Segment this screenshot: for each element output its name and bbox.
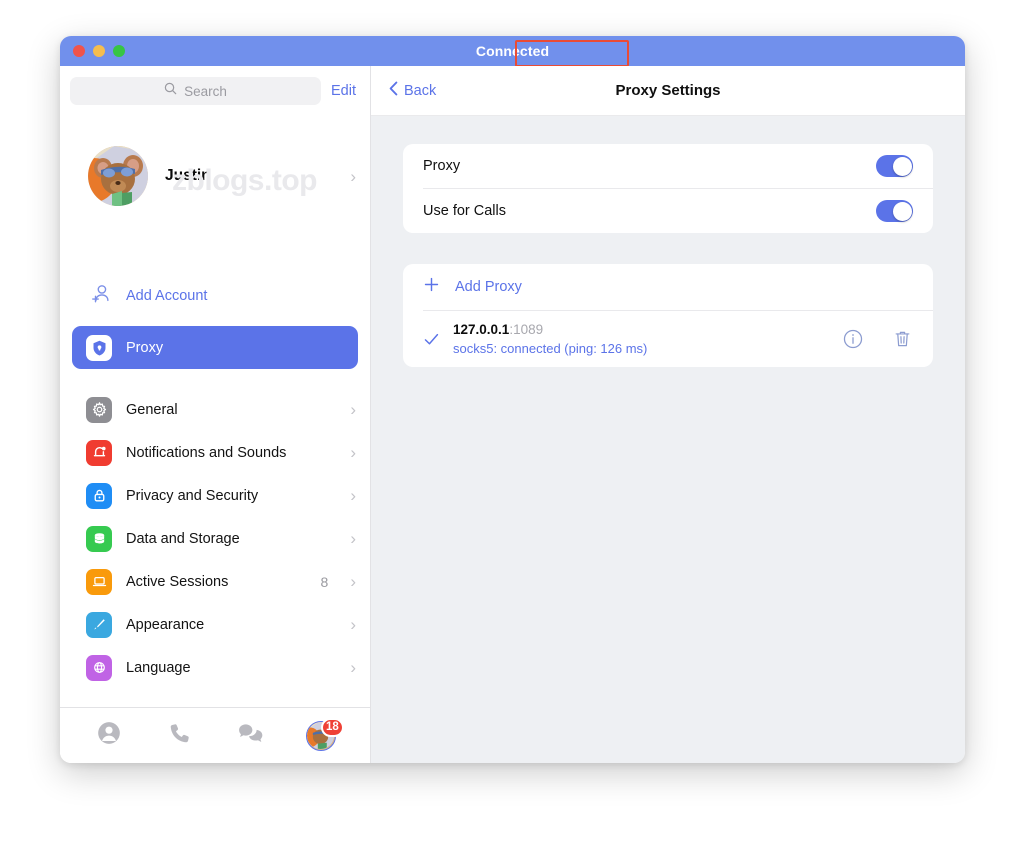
toggle-use-for-calls-switch[interactable] [876, 200, 913, 222]
check-icon [423, 333, 439, 346]
add-account-label: Add Account [126, 288, 208, 304]
search-input[interactable]: Search [70, 77, 321, 105]
sidebar-item-active-sessions-label: Active Sessions [126, 573, 229, 590]
chevron-right-icon: › [350, 529, 356, 548]
sidebar-toolbar: Search Edit [60, 66, 370, 116]
connected-annotation-box [515, 40, 629, 67]
sidebar-nav-list: General › Notifications and Sounds › Pri… [60, 388, 370, 689]
tab-account[interactable]: 18 [299, 716, 344, 756]
shield-icon [86, 334, 112, 361]
sidebar-item-notifications-label: Notifications and Sounds [126, 444, 287, 461]
proxy-port: :1089 [509, 321, 544, 337]
toggle-knob [892, 201, 912, 221]
sidebar-item-general-label: General [126, 401, 178, 418]
back-button[interactable]: Back [389, 81, 436, 100]
chevron-right-icon: › [350, 166, 356, 186]
sidebar-item-proxy[interactable]: Proxy [72, 326, 358, 369]
main-content: Proxy Use for Calls Add Proxy 127.0.0.1:… [371, 116, 965, 763]
trash-icon[interactable] [892, 328, 913, 350]
add-account-button[interactable]: Add Account [60, 272, 370, 320]
sidebar-item-appearance-label: Appearance [126, 616, 205, 633]
search-placeholder: Search [184, 83, 227, 99]
proxy-host: 127.0.0.1 [453, 321, 510, 337]
sidebar-item-data-storage[interactable]: Data and Storage › [60, 517, 370, 560]
edit-button[interactable]: Edit [331, 83, 356, 99]
proxy-details: 127.0.0.1:1089 socks5: connected (ping: … [453, 321, 828, 358]
window-title: Connected [475, 43, 550, 59]
sidebar-item-proxy-label: Proxy [126, 339, 164, 356]
globe-icon [86, 654, 112, 681]
zoom-button[interactable] [113, 45, 125, 57]
sidebar-item-general[interactable]: General › [60, 388, 370, 431]
chevron-right-icon: › [350, 400, 356, 419]
sidebar-item-privacy-label: Privacy and Security [126, 487, 259, 504]
gear-icon [86, 396, 112, 423]
sidebar-item-language-label: Language [126, 659, 191, 676]
sidebar-item-notifications[interactable]: Notifications and Sounds › [60, 431, 370, 474]
sidebar-item-data-storage-label: Data and Storage [126, 530, 240, 547]
proxy-list-card: Add Proxy 127.0.0.1:1089 socks5: connect… [403, 264, 933, 367]
chevron-left-icon [389, 81, 398, 100]
contacts-icon [96, 720, 122, 751]
chevron-right-icon: › [350, 486, 356, 505]
close-button[interactable] [73, 45, 85, 57]
profile-row[interactable]: Justin › zblogs.top [60, 116, 370, 236]
plus-icon [423, 276, 440, 298]
chevron-right-icon: › [350, 443, 356, 462]
app-window: Connected Search Edit Justin › zblogs.to… [60, 36, 965, 763]
bell-icon [86, 439, 112, 466]
tab-chats[interactable] [228, 716, 272, 756]
database-icon [86, 525, 112, 552]
window-titlebar: Connected [60, 36, 965, 67]
sidebar-item-appearance[interactable]: Appearance › [60, 603, 370, 646]
sidebar-item-active-sessions[interactable]: Active Sessions 8 › [60, 560, 370, 603]
toggle-use-for-calls-label: Use for Calls [423, 203, 506, 219]
add-person-icon [90, 283, 112, 310]
sidebar-item-active-sessions-count: 8 [320, 573, 329, 590]
window-body: Search Edit Justin › zblogs.top Add Acco… [60, 66, 965, 763]
lock-icon [86, 482, 112, 509]
unread-badge: 18 [320, 717, 344, 737]
main-panel: Back Proxy Settings Proxy Use for Calls [371, 66, 965, 763]
info-icon[interactable] [842, 328, 864, 350]
phone-icon [167, 721, 192, 751]
tab-contacts[interactable] [87, 716, 131, 756]
toggle-proxy-label: Proxy [423, 158, 461, 174]
sidebar-item-language[interactable]: Language › [60, 646, 370, 689]
chat-bubbles-icon [237, 720, 264, 752]
toggle-row-use-for-calls[interactable]: Use for Calls [403, 189, 933, 233]
tab-calls[interactable] [158, 716, 202, 756]
page-title: Proxy Settings [615, 82, 721, 99]
toggle-row-proxy[interactable]: Proxy [403, 144, 933, 188]
back-label: Back [404, 82, 437, 99]
add-proxy-button[interactable]: Add Proxy [403, 264, 933, 310]
sidebar-scroll-area[interactable]: Justin › zblogs.top Add Account Proxy Ge… [60, 116, 370, 707]
paintbrush-icon [86, 611, 112, 638]
search-icon [164, 82, 177, 100]
proxy-address: 127.0.0.1:1089 [453, 322, 543, 337]
traffic-light-group [60, 45, 125, 57]
chevron-right-icon: › [350, 615, 356, 634]
bottom-tab-bar: 18 [60, 707, 370, 763]
chevron-right-icon: › [350, 658, 356, 677]
proxy-list-item[interactable]: 127.0.0.1:1089 socks5: connected (ping: … [403, 311, 933, 367]
main-header: Back Proxy Settings [371, 66, 965, 116]
chevron-right-icon: › [350, 572, 356, 591]
proxy-toggles-card: Proxy Use for Calls [403, 144, 933, 233]
minimize-button[interactable] [93, 45, 105, 57]
profile-name: Justin [165, 167, 211, 184]
sidebar: Search Edit Justin › zblogs.top Add Acco… [60, 66, 371, 763]
toggle-knob [892, 156, 912, 176]
avatar [88, 146, 148, 206]
add-proxy-label: Add Proxy [455, 279, 522, 295]
toggle-proxy-switch[interactable] [876, 155, 913, 177]
sidebar-item-privacy[interactable]: Privacy and Security › [60, 474, 370, 517]
proxy-status: socks5: connected (ping: 126 ms) [453, 340, 648, 356]
laptop-icon [86, 568, 112, 595]
